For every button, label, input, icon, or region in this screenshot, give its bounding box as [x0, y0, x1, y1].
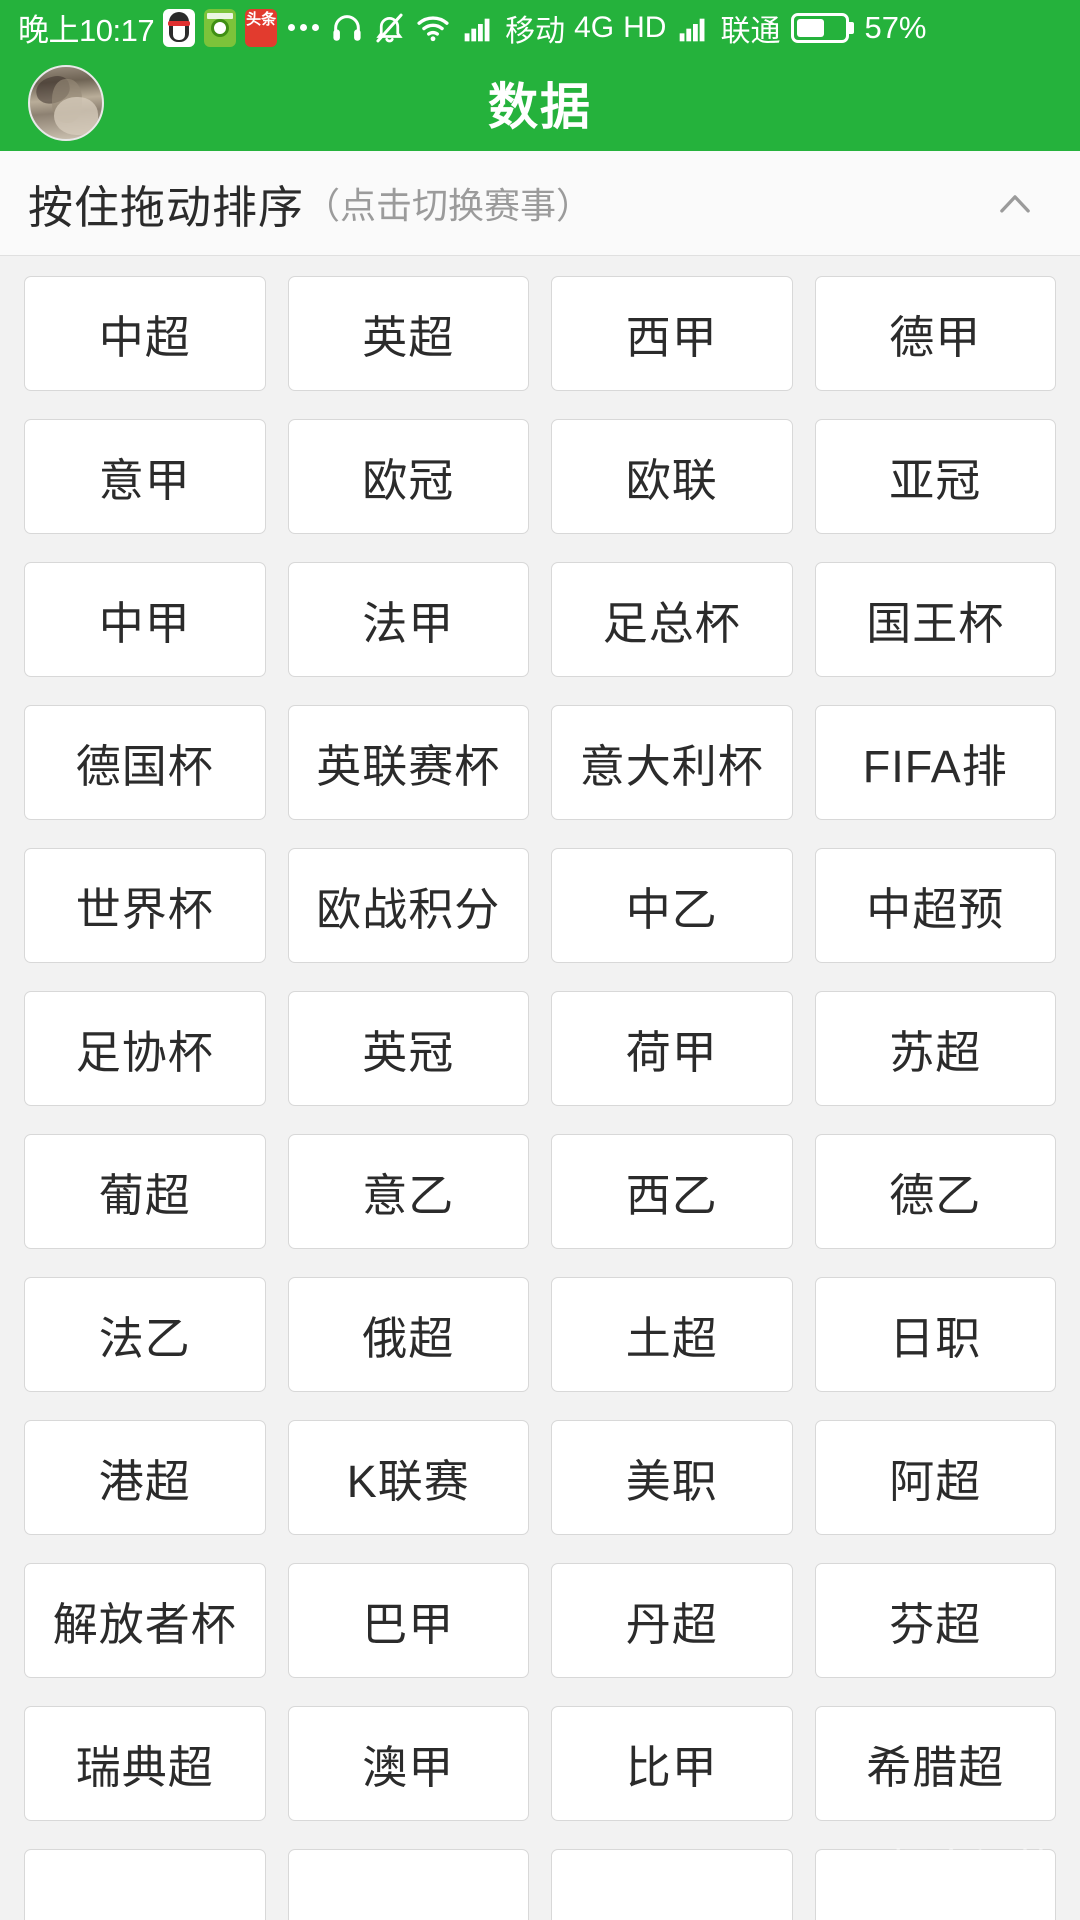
headset-icon	[333, 14, 361, 41]
toutiao-icon: 头条	[245, 8, 278, 47]
avatar[interactable]	[28, 65, 104, 141]
league-cell[interactable]: 世界杯	[24, 848, 266, 963]
league-cell[interactable]: 法甲	[287, 562, 529, 677]
app-root: 晚上10:17 头条 移动 4G HD 联通 57% 数据 按住拖动排序 （点击…	[0, 0, 1080, 1920]
league-cell[interactable]: 港超	[24, 1420, 266, 1535]
league-cell[interactable]: 国王杯	[814, 562, 1056, 677]
league-cell[interactable]: 阿超	[814, 1420, 1056, 1535]
league-cell[interactable]: K联赛	[287, 1420, 529, 1535]
league-cell[interactable]: 欧冠	[287, 419, 529, 534]
league-cell[interactable]: 亚冠	[814, 419, 1056, 534]
league-cell[interactable]: 英超	[287, 276, 529, 391]
league-cell[interactable]: 中超	[24, 276, 266, 391]
league-cell[interactable]: 英联赛杯	[287, 705, 529, 820]
hd-label: HD	[623, 10, 667, 44]
league-cell[interactable]	[551, 1849, 793, 1920]
chevron-up-icon[interactable]	[994, 182, 1036, 224]
league-cell[interactable]	[287, 1849, 529, 1920]
league-grid-scroll[interactable]: 中超 英超 西甲 德甲意甲 欧冠 欧联 亚冠中甲 法甲 足总杯 国王杯德国杯 英联赛杯 意大利杯 FIF…	[0, 256, 1080, 1920]
league-cell[interactable]: 瑞典超	[24, 1706, 266, 1821]
league-cell[interactable]: 德甲	[814, 276, 1056, 391]
league-cell[interactable]: 英冠	[287, 991, 529, 1106]
league-cell[interactable]: 西甲	[551, 276, 793, 391]
league-cell[interactable]: FIFA排	[814, 705, 1056, 820]
league-cell[interactable]: 丹超	[551, 1563, 793, 1678]
carrier-2-label: 联通	[720, 14, 781, 48]
green-app-icon	[204, 8, 237, 47]
league-cell[interactable]: 芬超	[814, 1563, 1056, 1678]
league-cell[interactable]: 中超预	[814, 848, 1056, 963]
league-cell[interactable]: 解放者杯	[24, 1563, 266, 1678]
league-cell[interactable]: 足总杯	[551, 562, 793, 677]
league-cell[interactable]: 比甲	[551, 1706, 793, 1821]
league-cell[interactable]: 荷甲	[551, 991, 793, 1106]
league-cell[interactable]: 欧战积分	[287, 848, 529, 963]
sort-hint-sub-label: （点击切换赛事）	[304, 185, 593, 226]
bell-off-icon	[376, 13, 403, 42]
league-cell[interactable]	[24, 1849, 266, 1920]
league-cell[interactable]: 意大利杯	[551, 705, 793, 820]
league-cell[interactable]: 西乙	[551, 1134, 793, 1249]
league-cell[interactable]: 德国杯	[24, 705, 266, 820]
carrier-1-label: 移动	[505, 14, 566, 48]
league-cell[interactable]: 希腊超	[814, 1706, 1056, 1821]
app-header: 数据	[0, 55, 1080, 151]
league-cell[interactable]: 苏超	[814, 991, 1056, 1106]
league-cell[interactable]: 中乙	[551, 848, 793, 963]
league-cell[interactable]: 意甲	[24, 419, 266, 534]
overflow-dots-icon	[288, 24, 320, 31]
league-cell[interactable]: 足协杯	[24, 991, 266, 1106]
league-cell[interactable]: 澳甲	[287, 1706, 529, 1821]
status-bar: 晚上10:17 头条 移动 4G HD 联通 57%	[0, 0, 1080, 55]
league-cell[interactable]: 俄超	[287, 1277, 529, 1392]
league-cell[interactable]: 土超	[551, 1277, 793, 1392]
battery-icon	[791, 12, 850, 43]
wifi-icon	[417, 15, 449, 41]
league-cell[interactable]: 意乙	[287, 1134, 529, 1249]
toutiao-icon-label: 头条	[246, 10, 277, 28]
league-cell[interactable]: 日职	[814, 1277, 1056, 1392]
league-cell[interactable]: 欧联	[551, 419, 793, 534]
league-cell[interactable]: 美职	[551, 1420, 793, 1535]
signal-icon	[464, 18, 490, 41]
status-time: 晚上10:17	[18, 13, 155, 48]
qq-icon	[163, 8, 196, 47]
page-title: 数据	[488, 79, 592, 135]
league-cell[interactable]	[814, 1849, 1056, 1920]
league-cell[interactable]: 葡超	[24, 1134, 266, 1249]
battery-percent-label: 57%	[864, 9, 927, 45]
sort-hint-bar[interactable]: 按住拖动排序 （点击切换赛事）	[0, 151, 1080, 256]
sort-hint-main-label: 按住拖动排序	[28, 181, 305, 233]
league-cell[interactable]: 法乙	[24, 1277, 266, 1392]
league-cell[interactable]: 德乙	[814, 1134, 1056, 1249]
network-type-label: 4G	[574, 10, 615, 44]
league-grid: 中超 英超 西甲 德甲意甲 欧冠 欧联 亚冠中甲 法甲 足总杯 国王杯德国杯 英联赛杯 意大利杯 FIF…	[0, 256, 1080, 1920]
league-cell[interactable]: 巴甲	[287, 1563, 529, 1678]
signal-icon-2	[680, 18, 705, 41]
league-cell[interactable]: 中甲	[24, 562, 266, 677]
